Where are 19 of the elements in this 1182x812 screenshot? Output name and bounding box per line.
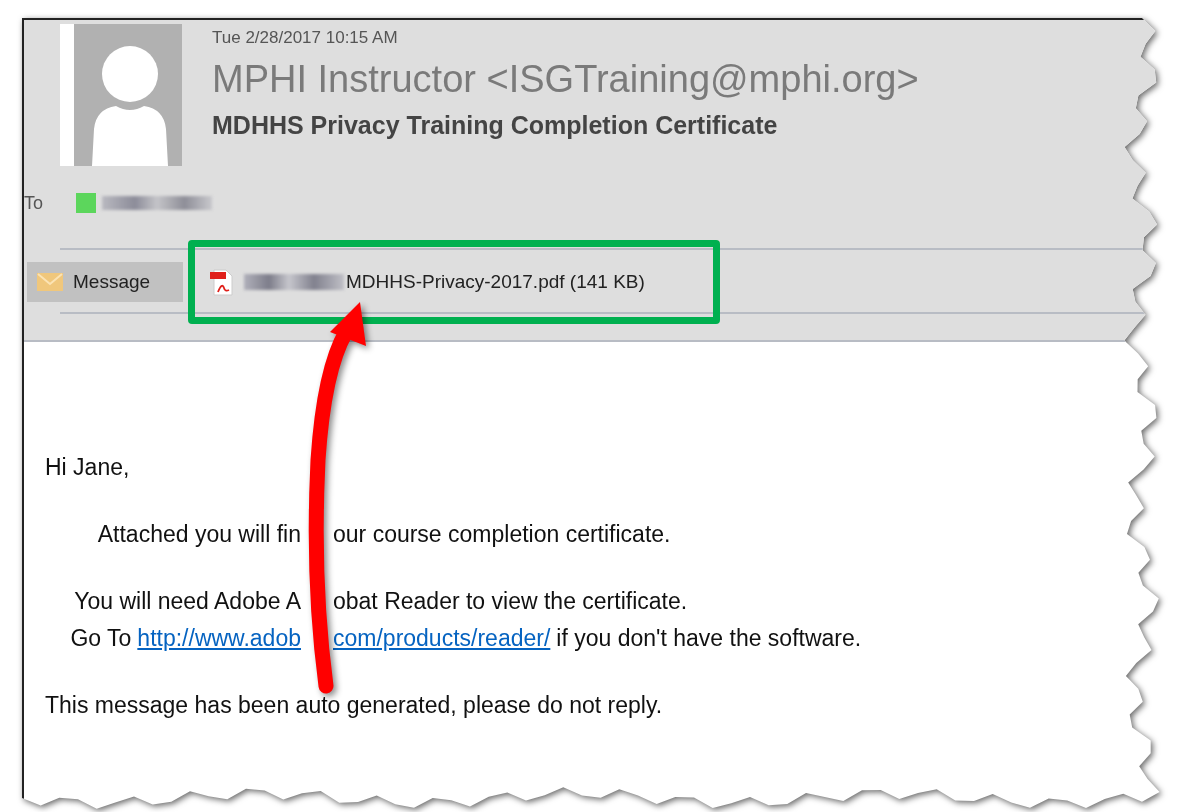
body-text: our course completion certificate. [333,521,671,548]
message-tab[interactable]: Message [27,262,183,302]
avatar-icon [60,24,182,166]
body-text: This message has been auto generated, please do not reply. [45,692,663,719]
body-text: Hi Jane, [45,454,130,481]
to-label: To [24,192,44,214]
pdf-file-icon [210,268,234,296]
body-text: Attached you will fin [97,521,301,548]
body-text: You will need Adobe A [74,588,301,615]
body-text: if you don't have the software. [556,625,862,652]
email-subject: MDHHS Privacy Training Completion Certificate [212,111,779,140]
body-text: obat Reader to view the certificate. [333,588,688,615]
envelope-icon [37,272,63,292]
reader-link[interactable]: com/products/reader/ [333,625,551,652]
sender-name: MPHI Instructor <ISGTraining@mphi.org> [212,58,919,101]
sent-date: Tue 2/28/2017 10:15 AM [212,28,399,48]
body-text: Go To [70,625,132,652]
attachment-tab[interactable]: MDHHS-Privacy-2017.pdf (141 KB) [198,262,657,302]
reader-link[interactable]: http://www.adob [137,625,301,652]
